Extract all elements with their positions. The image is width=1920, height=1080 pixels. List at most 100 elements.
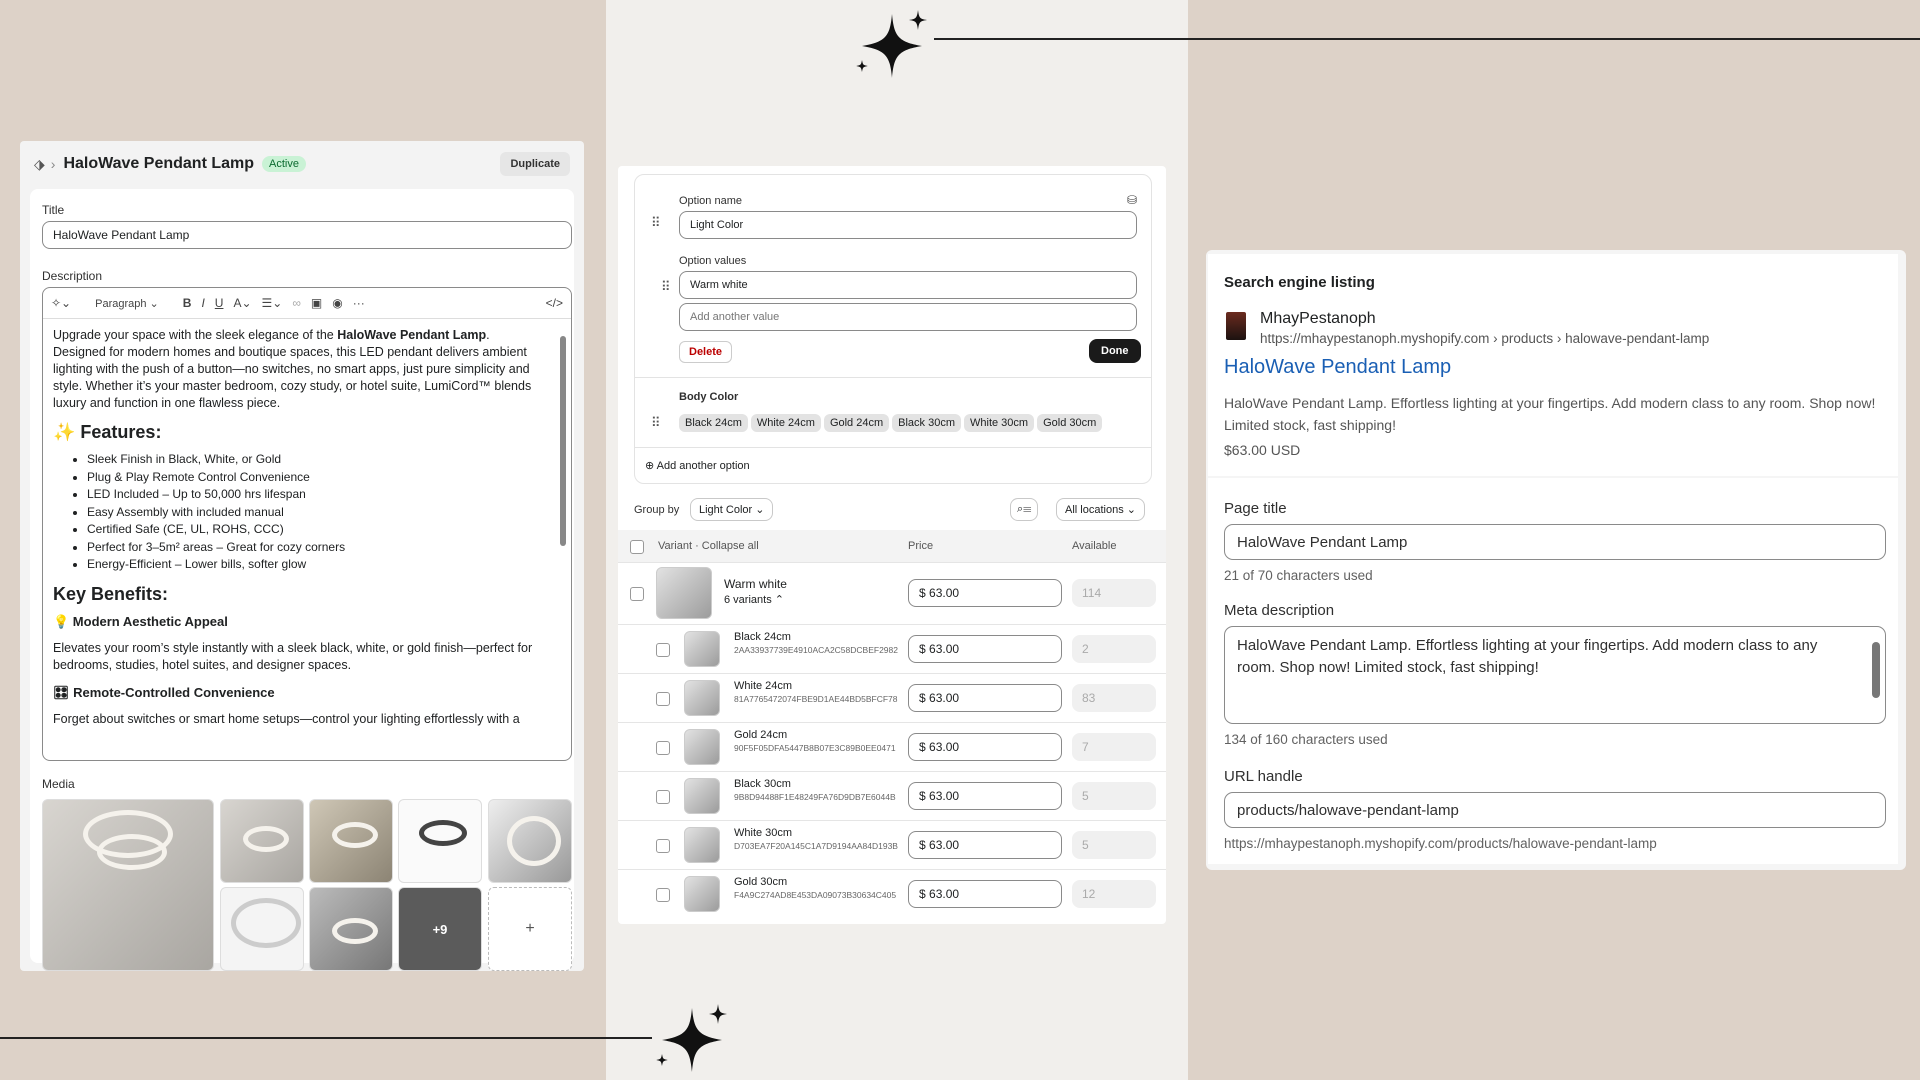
row-checkbox[interactable] (656, 643, 670, 657)
editor-toolbar: ✧⌄ Paragraph ⌄ B I U A⌄ ☰⌄ ∞ ▣ ◉ ··· </> (43, 288, 571, 319)
underline-icon[interactable]: U (215, 296, 224, 310)
media-more-button[interactable]: +9 (398, 887, 482, 971)
title-label: Title (42, 203, 65, 217)
meta-description-count: 134 of 160 characters used (1224, 732, 1388, 747)
option-chip: Black 24cm (679, 414, 748, 432)
variant-row[interactable]: Gold 30cm F4A9C274AD8E453DA09073B30634C40… (618, 869, 1166, 919)
italic-icon[interactable]: I (201, 296, 204, 310)
meta-description-textarea[interactable]: HaloWave Pendant Lamp. Effortless lighti… (1224, 626, 1886, 724)
media-thumbnail[interactable] (309, 799, 393, 883)
row-checkbox[interactable] (656, 692, 670, 706)
meta-description-label: Meta description (1224, 602, 1335, 619)
option-chip: White 24cm (750, 414, 821, 432)
row-checkbox[interactable] (656, 839, 670, 853)
variant-row[interactable]: Black 30cm 9B8D94488F1E48249FA76D9DB7E604… (618, 771, 1166, 821)
url-handle-input[interactable]: products/halowave-pendant-lamp (1224, 792, 1886, 828)
bold-icon[interactable]: B (183, 296, 192, 310)
variant-column-header[interactable]: Variant · Collapse all (658, 540, 759, 552)
variant-group-row[interactable]: Warm white 6 variants ⌃ $ 63.00 114 (618, 562, 1166, 623)
row-checkbox[interactable] (630, 587, 644, 601)
group-by-label: Group by (634, 504, 680, 516)
database-icon[interactable]: ⛁ (1127, 193, 1137, 207)
available-field: 12 (1072, 880, 1156, 908)
variant-row[interactable]: White 24cm 81A7765472074FBE9D1AE44BD5BFCF… (618, 673, 1166, 723)
video-icon[interactable]: ◉ (332, 296, 342, 310)
add-value-input[interactable]: Add another value (679, 303, 1137, 331)
select-all-checkbox[interactable] (630, 540, 644, 554)
benefit-text: Elevates your room’s style instantly wit… (53, 640, 533, 672)
body-color-label: Body Color (679, 391, 739, 403)
option-name-input[interactable]: Light Color (679, 211, 1137, 239)
row-checkbox[interactable] (656, 790, 670, 804)
link-icon[interactable]: ∞ (292, 296, 301, 310)
editor-scrollbar[interactable] (560, 336, 566, 546)
store-url: https://mhaypestanoph.myshopify.com › pr… (1260, 331, 1710, 346)
seo-title-link[interactable]: HaloWave Pendant Lamp (1224, 356, 1451, 379)
drag-handle-icon[interactable]: ⠿ (661, 279, 670, 295)
variant-row[interactable]: White 30cm D703EA7F20A145C1A7D9194AA84D19… (618, 820, 1166, 870)
group-by-select[interactable]: Light Color ⌄ (690, 498, 774, 521)
add-media-button[interactable]: + (488, 887, 572, 971)
variant-image (684, 778, 720, 814)
price-input[interactable]: $ 63.00 (908, 880, 1062, 908)
page-title-input[interactable]: HaloWave Pendant Lamp (1224, 524, 1886, 560)
drag-handle-icon[interactable]: ⠿ (651, 215, 660, 231)
seo-panel: Search engine listing MhayPestanoph http… (1206, 250, 1906, 870)
product-editor-panel: ⬗ › HaloWave Pendant Lamp Active Duplica… (20, 141, 584, 971)
variant-row[interactable]: Black 24cm 2AA33937739E4910ACA2C58DCBEF29… (618, 624, 1166, 674)
variant-name: White 30cm (734, 827, 793, 839)
media-thumbnail[interactable] (488, 799, 572, 883)
variant-image (684, 680, 720, 716)
list-item: Easy Assembly with included manual (87, 504, 543, 522)
price-column-header: Price (908, 540, 934, 552)
price-input[interactable]: $ 63.00 (908, 579, 1062, 607)
benefit-heading: 💡 Modern Aesthetic Appeal (53, 613, 228, 629)
option-value-input[interactable]: Warm white (679, 271, 1137, 299)
price-input[interactable]: $ 63.00 (908, 831, 1062, 859)
decorative-line-bottom (0, 1037, 652, 1039)
list-item: LED Included – Up to 50,000 hrs lifespan (87, 486, 543, 504)
more-icon[interactable]: ··· (353, 296, 365, 310)
add-option-button[interactable]: ⊕ Add another option (645, 459, 750, 472)
variant-count[interactable]: 6 variants ⌃ (724, 593, 784, 606)
delete-button[interactable]: Delete (679, 341, 733, 363)
text-color-icon[interactable]: A⌄ (233, 296, 251, 310)
done-button[interactable]: Done (1089, 339, 1141, 363)
row-checkbox[interactable] (656, 888, 670, 902)
list-item: Energy-Efficient – Lower bills, softer g… (87, 556, 543, 574)
variant-image (684, 729, 720, 765)
option-chip: White 30cm (964, 414, 1035, 432)
magic-icon[interactable]: ✧⌄ (51, 296, 71, 310)
price-input[interactable]: $ 63.00 (908, 635, 1062, 663)
tag-icon[interactable]: ⬗ (34, 156, 45, 173)
price-input[interactable]: $ 63.00 (908, 733, 1062, 761)
description-content[interactable]: Upgrade your space with the sleek elegan… (43, 319, 571, 728)
available-field: 114 (1072, 579, 1156, 607)
media-thumbnail[interactable] (398, 799, 482, 883)
paragraph-select[interactable]: Paragraph ⌄ (95, 297, 159, 310)
status-badge: Active (262, 156, 306, 172)
price-input[interactable]: $ 63.00 (908, 684, 1062, 712)
variant-image (684, 827, 720, 863)
media-thumbnail[interactable] (309, 887, 393, 971)
title-input[interactable]: HaloWave Pendant Lamp (42, 221, 572, 249)
drag-handle-icon[interactable]: ⠿ (651, 415, 660, 431)
page-title-label: Page title (1224, 500, 1287, 517)
media-thumbnail[interactable] (220, 887, 304, 971)
align-icon[interactable]: ☰⌄ (262, 296, 283, 310)
chevron-right-icon: › (50, 156, 56, 172)
media-thumbnail[interactable] (220, 799, 304, 883)
search-filter-button[interactable]: ⌕☰ (1010, 498, 1039, 521)
price-input[interactable]: $ 63.00 (908, 782, 1062, 810)
code-icon[interactable]: </> (546, 296, 563, 310)
variant-row[interactable]: Gold 24cm 90F5F05DFA5447B8B07E3C89B0EE047… (618, 722, 1166, 772)
body-color-values[interactable]: Black 24cm White 24cm Gold 24cm Black 30cm W… (679, 413, 1105, 432)
media-thumbnail-main[interactable] (42, 799, 214, 971)
variant-name: Gold 30cm (734, 876, 788, 888)
row-checkbox[interactable] (656, 741, 670, 755)
description-editor[interactable]: ✧⌄ Paragraph ⌄ B I U A⌄ ☰⌄ ∞ ▣ ◉ ··· </>… (42, 287, 572, 761)
duplicate-button[interactable]: Duplicate (500, 152, 570, 176)
meta-scrollbar[interactable] (1872, 642, 1880, 698)
locations-select[interactable]: All locations ⌄ (1056, 498, 1145, 521)
image-icon[interactable]: ▣ (311, 296, 322, 310)
